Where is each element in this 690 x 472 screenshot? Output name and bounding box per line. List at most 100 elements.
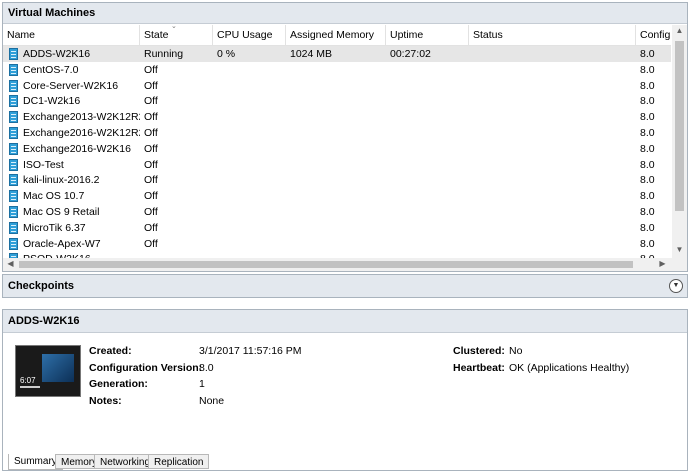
generation-label: Generation: <box>89 378 148 390</box>
windows-logo-icon <box>42 354 74 382</box>
vm-assigned-memory: 1024 MB <box>290 48 333 60</box>
vm-cpu-usage <box>213 141 286 157</box>
vm-name: Exchange2016-W2K16 <box>23 142 131 155</box>
vm-assigned-memory <box>286 157 386 173</box>
scrollbar-corner <box>672 258 687 271</box>
tab-networking[interactable]: Networking <box>94 454 157 469</box>
vm-assigned-memory <box>286 236 386 252</box>
vm-uptime <box>386 236 469 252</box>
arrow-up-icon[interactable]: ▲ <box>672 26 687 35</box>
vm-row[interactable]: ADDS-W2K16 Running 0 % 1024 MB 00:27:02 8.0 <box>3 46 671 62</box>
vm-cpu-usage <box>213 93 286 109</box>
vm-uptime <box>386 220 469 236</box>
column-header-configuration[interactable]: Configu <box>636 25 671 45</box>
vm-name: Exchange2013-W2K12R2 <box>23 111 140 124</box>
vm-config-version: 8.0 <box>640 142 655 155</box>
vm-status <box>469 125 636 141</box>
vm-assigned-memory <box>286 172 386 188</box>
checkpoints-title: Checkpoints <box>8 280 75 292</box>
vm-name: kali-linux-2016.2 <box>23 174 100 187</box>
vm-list: ADDS-W2K16 Running 0 % 1024 MB 00:27:02 8.0 Ce… <box>3 46 671 258</box>
vm-assigned-memory <box>286 62 386 78</box>
vm-cpu-usage <box>213 157 286 173</box>
vm-cpu-usage <box>213 109 286 125</box>
vm-cpu-usage <box>213 125 286 141</box>
vertical-scroll-thumb[interactable] <box>675 41 684 211</box>
chevron-down-circle-icon[interactable]: ▼ <box>669 279 683 293</box>
vm-uptime <box>386 78 469 94</box>
vm-config-version: 8.0 <box>640 206 655 218</box>
vm-uptime <box>386 141 469 157</box>
vm-cpu-usage: 0 % <box>217 48 236 60</box>
vm-row[interactable]: DC1-W2k16 Off 8.0 <box>3 93 671 109</box>
vm-status <box>469 220 636 236</box>
column-header-name[interactable]: Name <box>3 25 140 45</box>
vm-row[interactable]: ISO-Test Off 8.0 <box>3 157 671 173</box>
vm-cpu-usage <box>213 62 286 78</box>
column-header-assigned-memory[interactable]: Assigned Memory <box>286 25 386 45</box>
notes-label: Notes: <box>89 395 122 407</box>
vm-cpu-usage <box>213 172 286 188</box>
vm-status <box>469 204 636 220</box>
arrow-right-icon[interactable]: ▶ <box>655 259 670 268</box>
vm-state: Off <box>144 142 158 155</box>
vm-status <box>469 93 636 109</box>
vm-status <box>469 172 636 188</box>
clustered-label: Clustered: <box>453 345 505 357</box>
vm-status <box>469 46 636 62</box>
vm-row[interactable]: Exchange2013-W2K12R2 Off 8.0 <box>3 109 671 125</box>
vm-uptime <box>386 93 469 109</box>
vm-status <box>469 78 636 94</box>
vm-state: Off <box>144 206 158 218</box>
vm-assigned-memory <box>286 125 386 141</box>
vm-status <box>469 62 636 78</box>
checkpoints-panel: Checkpoints ▼ <box>2 274 688 298</box>
vm-status <box>469 236 636 252</box>
vm-status <box>469 141 636 157</box>
vm-config-version: 8.0 <box>640 79 655 92</box>
virtual-machines-title: Virtual Machines <box>3 3 687 24</box>
column-header-status[interactable]: Status <box>469 25 636 45</box>
vm-name: Mac OS 10.7 <box>23 190 85 203</box>
vm-state: Off <box>144 190 158 203</box>
vm-name: ADDS-W2K16 <box>23 48 91 60</box>
vm-cpu-usage <box>213 251 286 258</box>
arrow-left-icon[interactable]: ◀ <box>3 259 18 268</box>
vm-row[interactable]: Core-Server-W2K16 Off 8.0 <box>3 78 671 94</box>
vm-row[interactable]: MicroTik 6.37 Off 8.0 <box>3 220 671 236</box>
vm-status <box>469 109 636 125</box>
horizontal-scroll-thumb[interactable] <box>19 261 633 268</box>
vm-config-version: 8.0 <box>640 221 655 234</box>
vm-assigned-memory <box>286 204 386 220</box>
vm-uptime <box>386 204 469 220</box>
vm-uptime <box>386 172 469 188</box>
vm-row[interactable]: PSOD-W2K16 8.0 <box>3 251 671 258</box>
vm-name: Oracle-Apex-W7 <box>23 237 101 250</box>
vm-state: Running <box>144 48 184 60</box>
vm-thumbnail[interactable]: 6:07 <box>15 345 81 397</box>
vm-row[interactable]: Exchange2016-W2K16 Off 8.0 <box>3 141 671 157</box>
vm-state: Off <box>144 111 158 124</box>
vm-name: PSOD-W2K16 <box>3 251 140 258</box>
tab-replication[interactable]: Replication <box>148 454 210 469</box>
vm-config-version: 8.0 <box>640 95 655 108</box>
vm-state: Off <box>144 158 158 171</box>
vm-uptime <box>386 109 469 125</box>
vm-row[interactable]: kali-linux-2016.2 Off 8.0 <box>3 172 671 188</box>
vm-cpu-usage <box>213 236 286 252</box>
vm-row[interactable]: Exchange2016-W2K12R2 Off 8.0 <box>3 125 671 141</box>
vm-assigned-memory <box>286 78 386 94</box>
vm-row[interactable]: Mac OS 10.7 Off 8.0 <box>3 188 671 204</box>
vm-config-version: 8.0 <box>640 111 655 124</box>
vm-row[interactable]: CentOS-7.0 Off 8.0 <box>3 62 671 78</box>
arrow-down-icon[interactable]: ▼ <box>672 245 687 254</box>
vm-row[interactable]: Mac OS 9 Retail Off 8.0 <box>3 204 671 220</box>
notes-value: None <box>199 395 225 407</box>
vm-config-version: 8.0 <box>640 127 655 139</box>
horizontal-scrollbar[interactable]: ◀ ▶ <box>3 258 672 271</box>
vertical-scrollbar[interactable]: ▲ ▼ <box>672 25 687 258</box>
column-header-uptime[interactable]: Uptime <box>386 25 469 45</box>
column-header-cpu-usage[interactable]: CPU Usage <box>213 25 286 45</box>
vm-state: Off <box>144 63 158 76</box>
vm-row[interactable]: Oracle-Apex-W7 Off 8.0 <box>3 236 671 252</box>
